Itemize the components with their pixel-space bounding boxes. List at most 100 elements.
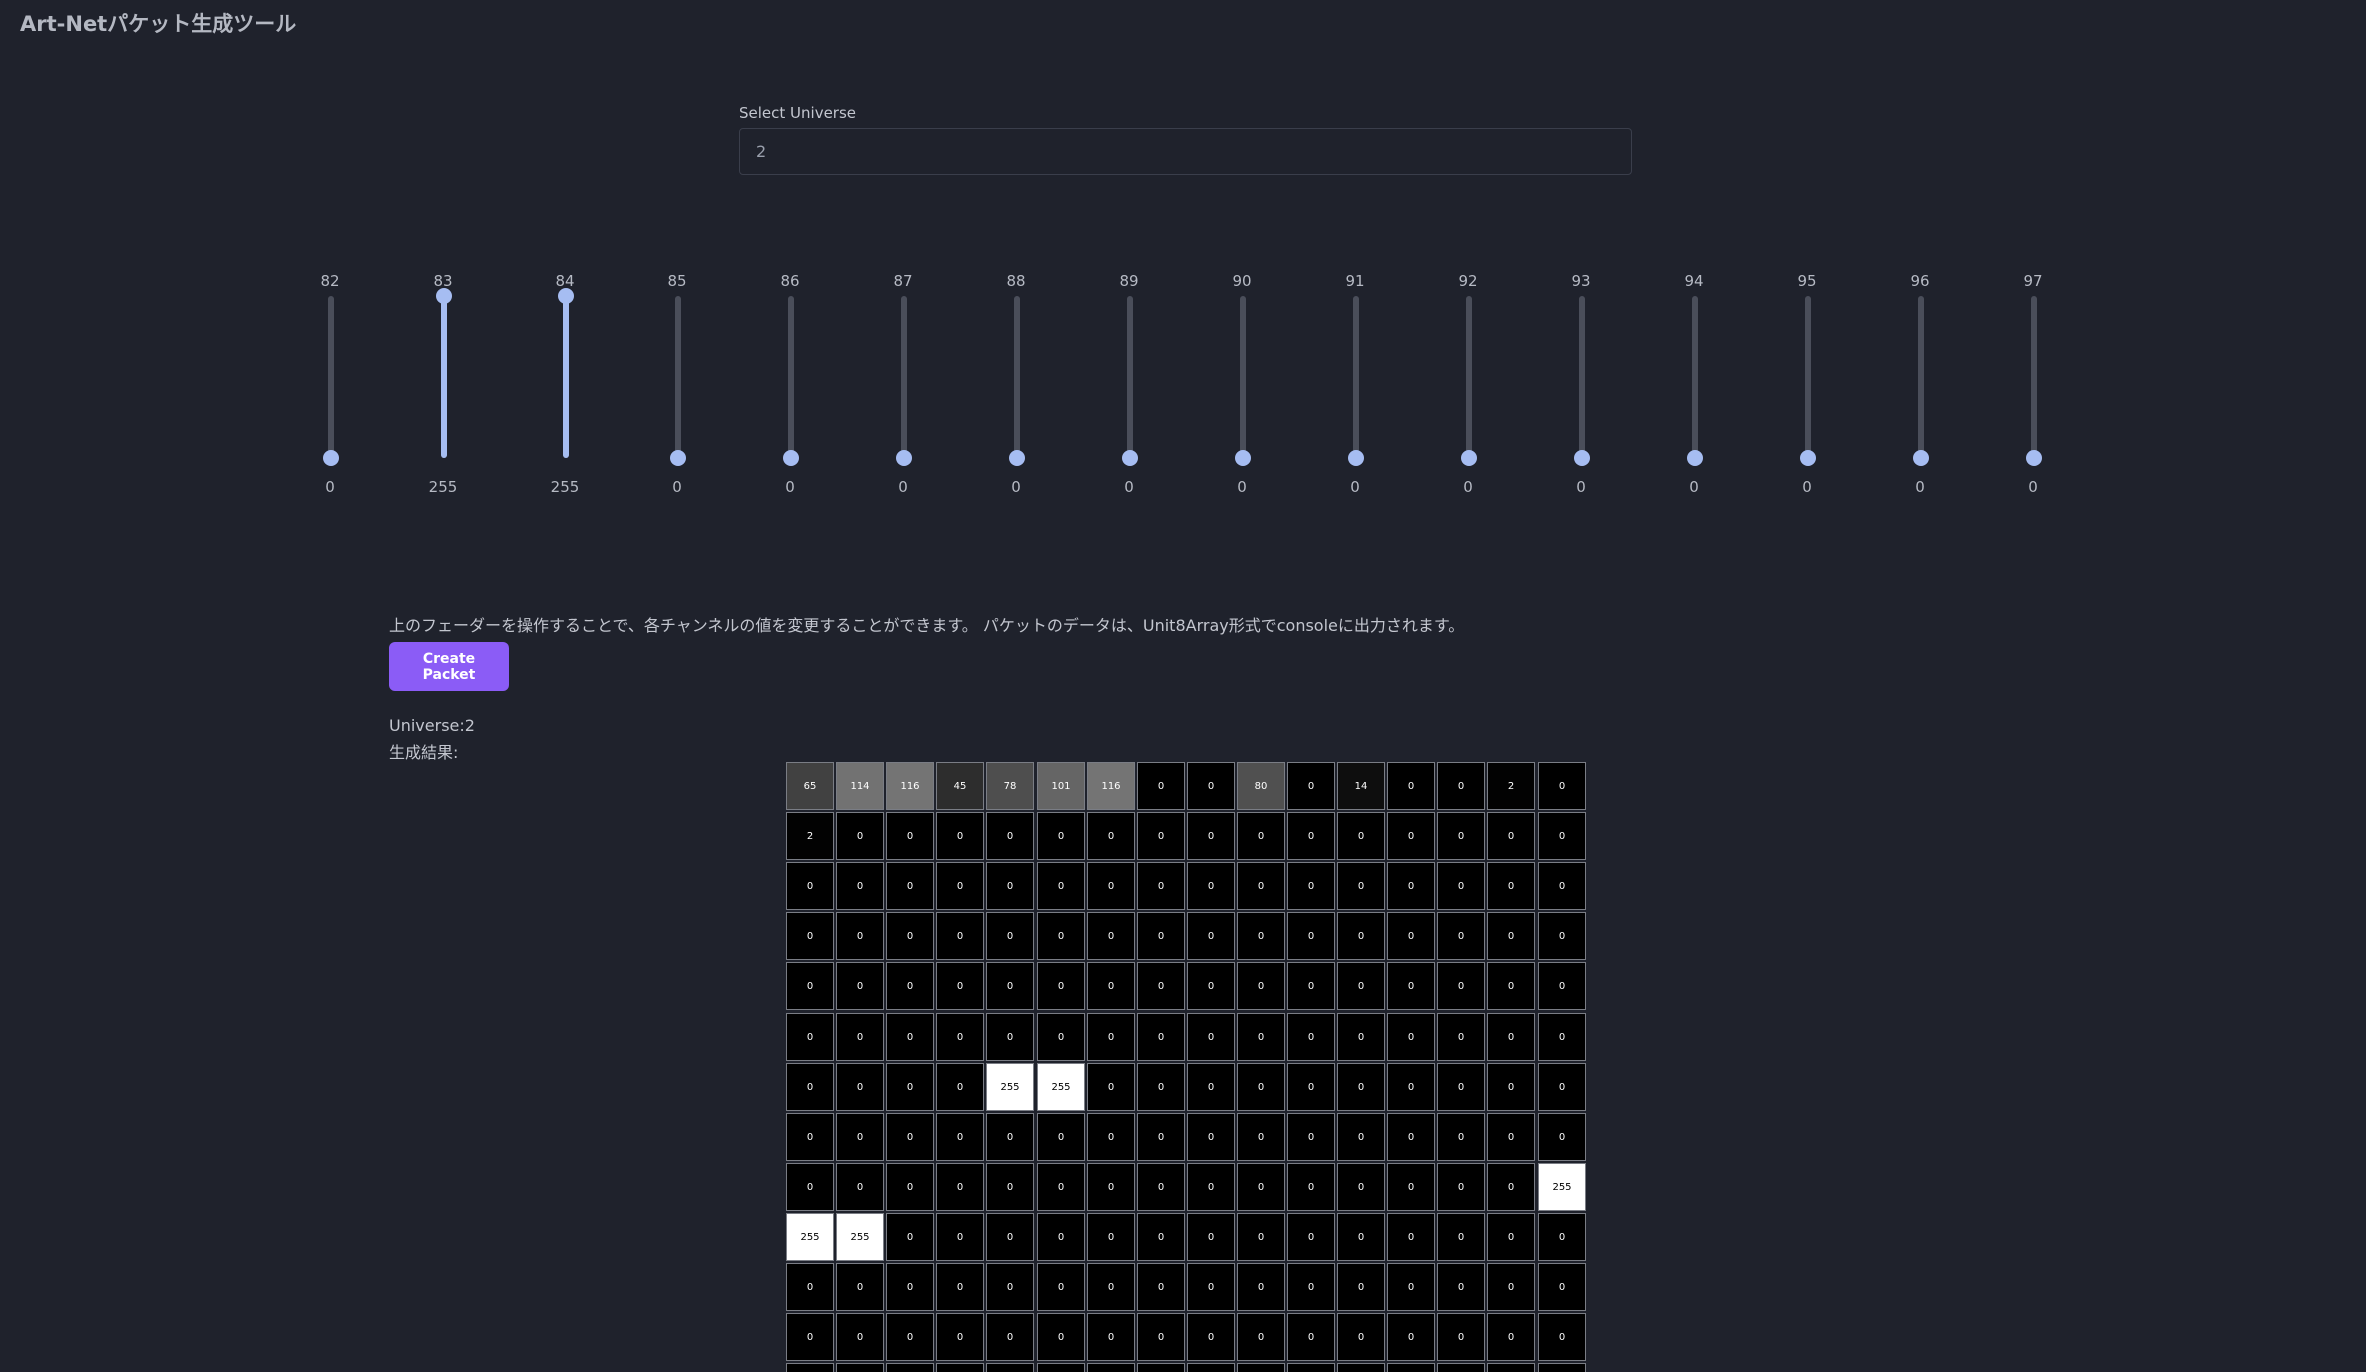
packet-byte-cell: 0 [786, 1163, 834, 1211]
packet-byte-cell: 0 [1487, 812, 1535, 860]
packet-byte-cell: 0 [1187, 762, 1235, 810]
fader-thumb[interactable] [1800, 450, 1816, 466]
fader-value-label: 0 [1689, 478, 1699, 496]
fader-track[interactable] [675, 296, 681, 458]
fader-thumb[interactable] [1574, 450, 1590, 466]
packet-byte-cell: 0 [886, 1363, 934, 1372]
fader-thumb[interactable] [783, 450, 799, 466]
packet-byte-cell: 0 [1387, 1113, 1435, 1161]
packet-byte-cell: 0 [1037, 812, 1085, 860]
fader-strip: 82 0 83 255 84 255 85 0 86 0 87 0 88 0 89 0 90 0 91 0 92 0 93 0… [300, 272, 2080, 502]
universe-input[interactable] [739, 128, 1632, 175]
packet-byte-cell: 0 [836, 912, 884, 960]
packet-byte-cell: 0 [1137, 1313, 1185, 1361]
packet-byte-cell: 0 [836, 1113, 884, 1161]
fader-track[interactable] [441, 296, 447, 458]
fader-track[interactable] [328, 296, 334, 458]
fader-value-label: 0 [325, 478, 335, 496]
fader-track[interactable] [563, 296, 569, 458]
fader-thumb[interactable] [1913, 450, 1929, 466]
fader-track[interactable] [1127, 296, 1133, 458]
packet-byte-cell: 0 [1487, 1013, 1535, 1061]
packet-byte-cell: 0 [1237, 962, 1285, 1010]
universe-label: Select Universe [739, 104, 857, 122]
packet-byte-cell: 0 [886, 1113, 934, 1161]
fader-thumb[interactable] [2026, 450, 2042, 466]
fader-thumb[interactable] [1009, 450, 1025, 466]
fader-track[interactable] [1014, 296, 1020, 458]
fader-value-label: 255 [428, 478, 458, 496]
packet-byte-cell: 0 [886, 1013, 934, 1061]
packet-byte-cell: 0 [1437, 912, 1485, 960]
packet-byte-cell: 78 [986, 762, 1034, 810]
packet-byte-cell: 0 [1538, 762, 1586, 810]
fader-ch-92: 92 0 [1438, 272, 1498, 502]
packet-byte-cell: 0 [1387, 1163, 1435, 1211]
packet-byte-cell: 0 [1387, 762, 1435, 810]
fader-thumb[interactable] [896, 450, 912, 466]
fader-thumb[interactable] [1348, 450, 1364, 466]
packet-byte-cell: 0 [1037, 1263, 1085, 1311]
fader-track[interactable] [2031, 296, 2037, 458]
packet-byte-cell: 80 [1237, 762, 1285, 810]
packet-byte-cell: 0 [786, 1363, 834, 1372]
packet-byte-cell: 0 [836, 962, 884, 1010]
fader-thumb[interactable] [1461, 450, 1477, 466]
fader-thumb[interactable] [1235, 450, 1251, 466]
fader-thumb[interactable] [1687, 450, 1703, 466]
packet-byte-cell: 0 [936, 862, 984, 910]
fader-track[interactable] [1466, 296, 1472, 458]
packet-byte-cell: 0 [1237, 1013, 1285, 1061]
packet-byte-cell: 0 [1538, 1013, 1586, 1061]
fader-channel-label: 94 [1684, 272, 1704, 290]
fader-thumb[interactable] [558, 288, 574, 304]
fader-thumb[interactable] [436, 288, 452, 304]
packet-byte-cell: 0 [1538, 1263, 1586, 1311]
packet-byte-cell: 0 [1137, 1263, 1185, 1311]
packet-byte-cell: 0 [1538, 1063, 1586, 1111]
packet-byte-cell: 0 [1487, 1163, 1535, 1211]
packet-byte-cell: 0 [1437, 862, 1485, 910]
packet-byte-cell: 0 [1087, 1313, 1135, 1361]
fader-thumb[interactable] [670, 450, 686, 466]
packet-byte-cell: 0 [1387, 1013, 1435, 1061]
packet-byte-cell: 0 [986, 962, 1034, 1010]
packet-byte-cell: 0 [986, 1113, 1034, 1161]
fader-track[interactable] [1692, 296, 1698, 458]
fader-track[interactable] [1353, 296, 1359, 458]
packet-byte-cell: 0 [1387, 812, 1435, 860]
packet-byte-cell: 0 [1287, 1263, 1335, 1311]
packet-byte-cell: 0 [836, 1313, 884, 1361]
fader-value-label: 0 [1124, 478, 1134, 496]
packet-byte-cell: 0 [1137, 1013, 1185, 1061]
fader-track[interactable] [1805, 296, 1811, 458]
fader-track[interactable] [1579, 296, 1585, 458]
fader-value-label: 0 [672, 478, 682, 496]
packet-byte-cell: 0 [1538, 862, 1586, 910]
fader-track[interactable] [788, 296, 794, 458]
fader-ch-85: 85 0 [647, 272, 707, 502]
fader-thumb[interactable] [323, 450, 339, 466]
packet-byte-cell: 0 [1387, 912, 1435, 960]
packet-byte-cell: 0 [1287, 1163, 1335, 1211]
fader-track[interactable] [901, 296, 907, 458]
fader-track[interactable] [1240, 296, 1246, 458]
fader-track[interactable] [1918, 296, 1924, 458]
create-packet-button[interactable]: Create Packet [389, 642, 509, 691]
packet-byte-cell: 0 [1287, 812, 1335, 860]
packet-byte-cell: 0 [786, 1063, 834, 1111]
packet-byte-cell: 0 [1337, 1213, 1385, 1261]
fader-thumb[interactable] [1122, 450, 1138, 466]
packet-byte-cell: 0 [1037, 962, 1085, 1010]
fader-value-label: 0 [1237, 478, 1247, 496]
packet-byte-cell: 0 [886, 1063, 934, 1111]
packet-byte-cell: 0 [1137, 1063, 1185, 1111]
packet-byte-cell: 0 [1187, 912, 1235, 960]
packet-byte-cell: 255 [986, 1063, 1034, 1111]
packet-byte-cell: 0 [936, 812, 984, 860]
packet-byte-cell: 0 [1538, 1313, 1586, 1361]
packet-byte-cell: 0 [1087, 912, 1135, 960]
packet-byte-cell: 0 [1187, 862, 1235, 910]
fader-ch-95: 95 0 [1777, 272, 1837, 502]
packet-byte-cell: 0 [1487, 1313, 1535, 1361]
